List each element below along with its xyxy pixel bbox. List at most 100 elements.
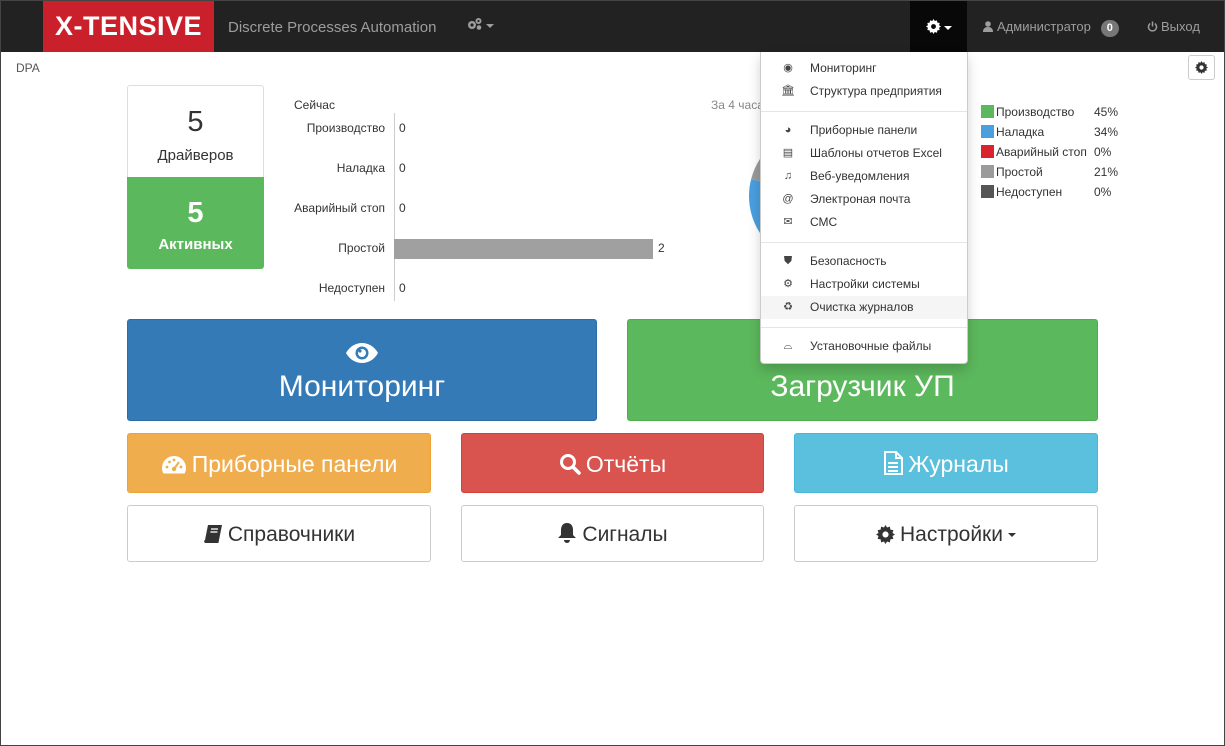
bar-category-label: Недоступен bbox=[318, 281, 385, 295]
reports-label: Отчёты bbox=[585, 451, 667, 477]
drivers-total-count: 5 bbox=[187, 106, 204, 138]
menu-item-enterprise-structure[interactable]: 🏛 Структура предприятия bbox=[761, 80, 967, 103]
menu-item-label: Очистка журналов bbox=[810, 300, 914, 314]
notifications-badge[interactable]: 0 bbox=[1100, 20, 1119, 37]
legend-item: Производство bbox=[981, 105, 1074, 119]
bar-category-label: Производство bbox=[306, 121, 385, 135]
menu-item-label: Веб-уведомления bbox=[810, 169, 910, 183]
legend-swatch bbox=[981, 165, 994, 178]
legend-label: Производство bbox=[996, 105, 1075, 119]
gear-icon bbox=[876, 525, 895, 544]
eye-icon: ◉ bbox=[783, 62, 793, 74]
brand-logo[interactable]: X-TENSIVE bbox=[43, 1, 214, 52]
logout-link[interactable]: Выход bbox=[1147, 1, 1200, 53]
drivers-active-count: 5 bbox=[187, 197, 204, 229]
search-icon bbox=[559, 454, 581, 475]
user-menu[interactable]: Администратор 0 bbox=[983, 1, 1119, 53]
legend-label: Недоступен bbox=[996, 185, 1063, 199]
menu-item-label: Шаблоны отчетов Excel bbox=[810, 146, 942, 160]
bar-category-label: Простой bbox=[338, 241, 385, 255]
menu-item-label: СМС bbox=[810, 215, 838, 229]
dashboard-icon: ◕ bbox=[784, 124, 792, 136]
envelope-icon: ✉ bbox=[783, 216, 793, 228]
legend-label: Аварийный стоп bbox=[996, 145, 1087, 159]
menu-item-label: Приборные панели bbox=[810, 123, 918, 137]
dashboards-tile[interactable]: Приборные панели bbox=[127, 433, 431, 493]
bar-value-label: 0 bbox=[399, 161, 406, 175]
caret-down-icon bbox=[943, 25, 952, 30]
menu-item-label: Мониторинг bbox=[810, 61, 877, 75]
bar-chart-axis bbox=[394, 113, 395, 301]
book-icon bbox=[203, 525, 222, 543]
legend-swatch bbox=[981, 105, 994, 118]
journals-label: Журналы bbox=[908, 451, 1009, 477]
app-title[interactable]: Discrete Processes Automation bbox=[228, 1, 436, 54]
menu-item-label: Установочные файлы bbox=[810, 339, 932, 353]
modules-menu-toggle[interactable] bbox=[467, 17, 494, 33]
page-settings-button[interactable] bbox=[1188, 55, 1215, 80]
bar-value-label: 0 bbox=[399, 201, 406, 215]
legend-item: Простой bbox=[981, 165, 1043, 179]
drivers-total-box[interactable]: 5 Драйверов bbox=[127, 85, 264, 177]
references-label: Справочники bbox=[227, 523, 356, 546]
legend-label: Простой bbox=[996, 165, 1043, 179]
now-chart-title: Сейчас bbox=[294, 98, 335, 112]
user-name: Администратор bbox=[997, 19, 1091, 34]
bar[interactable] bbox=[394, 239, 653, 259]
menu-item-web-notifications[interactable]: ♫ Веб-уведомления bbox=[761, 165, 967, 188]
recycle-icon: ♻ bbox=[783, 301, 793, 313]
drive-icon: ⌓ bbox=[783, 340, 793, 352]
menu-item-security[interactable]: ⛊ Безопасность bbox=[761, 250, 967, 273]
reports-tile[interactable]: Отчёты bbox=[461, 433, 764, 493]
settings-tile[interactable]: Настройки bbox=[794, 505, 1098, 562]
shield-icon: ⛊ bbox=[783, 255, 793, 267]
breadcrumb[interactable]: DPA bbox=[16, 61, 40, 75]
menu-divider bbox=[761, 111, 967, 112]
legend-swatch bbox=[981, 145, 994, 158]
period-chart-title: За 4 часа bbox=[711, 98, 764, 112]
menu-item-system-settings[interactable]: ⚙ Настройки системы bbox=[761, 273, 967, 296]
legend-percent: 34% bbox=[1094, 125, 1119, 139]
bell-icon bbox=[558, 523, 577, 543]
menu-item-clear-journals[interactable]: ♻ Очистка журналов bbox=[761, 296, 967, 319]
menu-item-sms[interactable]: ✉ СМС bbox=[761, 211, 967, 234]
legend-item: Недоступен bbox=[981, 185, 1062, 199]
menu-item-email[interactable]: @ Электроная почта bbox=[761, 188, 967, 211]
dashboards-label: Приборные панели bbox=[191, 451, 398, 477]
menu-divider bbox=[761, 242, 967, 243]
monitoring-tile[interactable]: Мониторинг bbox=[127, 319, 597, 421]
menu-item-excel-templates[interactable]: ▤ Шаблоны отчетов Excel bbox=[761, 142, 967, 165]
menu-item-monitoring[interactable]: ◉ Мониторинг bbox=[761, 57, 967, 80]
caret-down-icon bbox=[486, 24, 494, 29]
excel-file-icon: ▤ bbox=[782, 147, 794, 159]
legend-swatch bbox=[981, 125, 994, 138]
settings-label: Настройки bbox=[900, 523, 1003, 546]
bar-category-label: Аварийный стоп bbox=[294, 201, 385, 215]
cogs-icon bbox=[468, 18, 482, 30]
at-icon: @ bbox=[782, 193, 794, 205]
legend-percent: 0% bbox=[1094, 185, 1112, 199]
admin-dropdown-menu: ◉ Мониторинг 🏛 Структура предприятия ◕ Приб… bbox=[760, 52, 968, 364]
cogs-icon: ⚙ bbox=[783, 278, 793, 290]
admin-menu-toggle[interactable] bbox=[910, 1, 967, 52]
legend-percent: 21% bbox=[1094, 165, 1119, 179]
bar-value-label: 2 bbox=[658, 241, 665, 255]
user-icon bbox=[983, 21, 993, 32]
drivers-active-box[interactable]: 5 Активных bbox=[127, 177, 264, 269]
bar-category-label: Наладка bbox=[336, 161, 385, 175]
eye-icon bbox=[346, 343, 378, 363]
legend-item: Наладка bbox=[981, 125, 1044, 139]
monitoring-label: Мониторинг bbox=[278, 370, 446, 403]
references-tile[interactable]: Справочники bbox=[127, 505, 431, 562]
menu-item-install-files[interactable]: ⌓ Установочные файлы bbox=[761, 335, 967, 358]
program-loader-label: Загрузчик УП bbox=[770, 370, 955, 403]
journals-tile[interactable]: Журналы bbox=[794, 433, 1098, 493]
drivers-total-label: Драйверов bbox=[157, 147, 234, 164]
legend-item: Аварийный стоп bbox=[981, 145, 1087, 159]
gear-icon bbox=[1195, 61, 1208, 74]
menu-item-label: Структура предприятия bbox=[810, 84, 942, 98]
bell-icon: ♫ bbox=[783, 170, 793, 182]
menu-item-dashboards[interactable]: ◕ Приборные панели bbox=[761, 119, 967, 142]
signals-tile[interactable]: Сигналы bbox=[461, 505, 764, 562]
logout-label: Выход bbox=[1161, 19, 1200, 34]
